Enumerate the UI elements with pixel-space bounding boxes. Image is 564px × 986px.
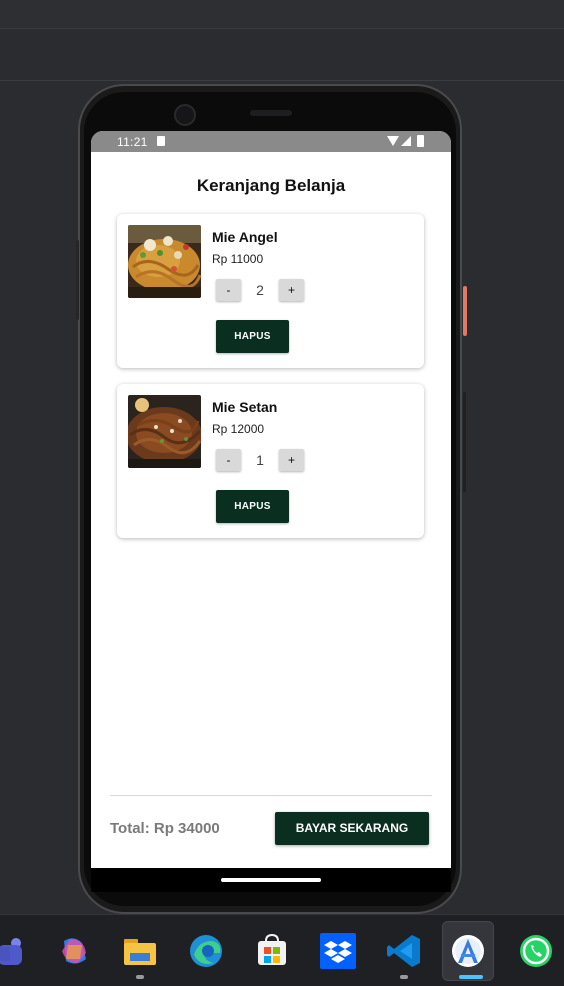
remove-item-button[interactable]: HAPUS (216, 490, 289, 523)
pay-now-button[interactable]: BAYAR SEKARANG (275, 812, 429, 845)
whatsapp-icon[interactable] (518, 933, 554, 969)
windows-taskbar (0, 914, 564, 986)
app-screen: 11:21 Keranjang Belanja Mie Angel Rp 110… (91, 131, 451, 868)
vscode-running-indicator (400, 975, 408, 979)
side-button-left (76, 240, 79, 320)
window-title-bar (0, 0, 564, 29)
page-title: Keranjang Belanja (196, 176, 346, 195)
food-image-mie-angel (128, 225, 201, 298)
earpiece-speaker (250, 110, 292, 116)
remove-item-button[interactable]: HAPUS (216, 320, 289, 353)
signal-icon (401, 136, 411, 146)
sd-card-icon (157, 136, 165, 146)
increase-quantity-button[interactable]: + (279, 279, 304, 301)
android-nav-bar (91, 868, 451, 892)
microsoft-store-icon[interactable] (254, 933, 290, 969)
item-name: Mie Angel (212, 229, 278, 245)
quantity-value: 2 (256, 282, 264, 298)
vscode-icon[interactable] (386, 933, 422, 969)
wifi-icon (387, 136, 399, 146)
front-camera-icon (174, 104, 196, 126)
home-gesture-handle[interactable] (221, 878, 321, 882)
battery-icon (417, 135, 424, 147)
status-bar: 11:21 (91, 131, 451, 152)
edge-icon[interactable] (188, 933, 224, 969)
dropbox-icon[interactable] (320, 933, 356, 969)
android-studio-icon[interactable] (450, 933, 486, 969)
android-studio-active-indicator (459, 975, 483, 979)
cart-item-card: Mie Setan Rp 12000 - 1 + HAPUS (117, 384, 424, 538)
decrease-quantity-button[interactable]: - (216, 279, 241, 301)
increase-quantity-button[interactable]: + (279, 449, 304, 471)
quantity-value: 1 (256, 452, 264, 468)
volume-button[interactable] (463, 392, 466, 492)
footer-divider (110, 795, 432, 796)
decrease-quantity-button[interactable]: - (216, 449, 241, 471)
power-button[interactable] (463, 286, 467, 336)
teams-icon[interactable] (0, 933, 28, 969)
item-price: Rp 11000 (212, 252, 264, 266)
cart-total: Total: Rp 34000 (110, 820, 220, 837)
status-time: 11:21 (117, 135, 148, 149)
cart-item-card: Mie Angel Rp 11000 - 2 + HAPUS (117, 214, 424, 368)
emulator-toolbar (0, 29, 564, 81)
item-name: Mie Setan (212, 399, 278, 415)
file-explorer-icon[interactable] (122, 933, 158, 969)
copilot-icon[interactable] (56, 933, 92, 969)
food-image-mie-setan (128, 395, 201, 468)
item-price: Rp 12000 (212, 422, 265, 436)
file-explorer-running-indicator (136, 975, 144, 979)
